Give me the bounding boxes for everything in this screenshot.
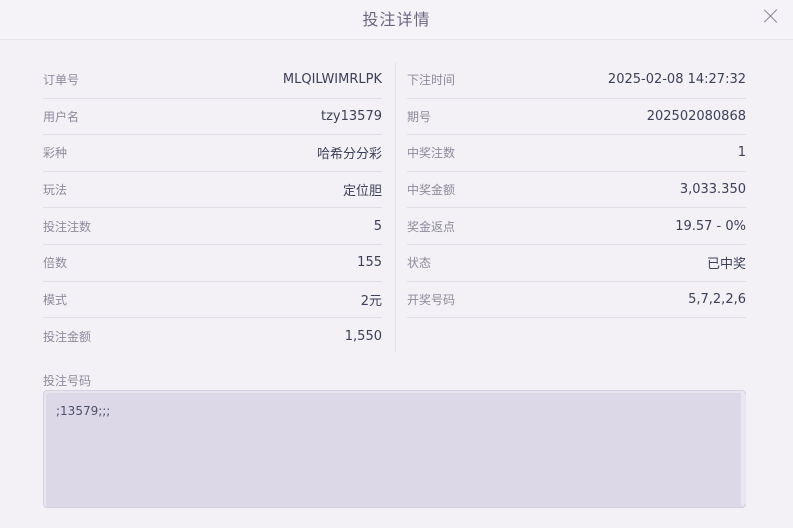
value-play-method: 定位胆 [342,184,382,200]
row-issue-number: 期号 202502080868 [407,99,746,136]
row-win-count: 中奖注数 1 [407,135,746,172]
value-win-count: 1 [737,145,746,161]
value-multiplier: 155 [357,255,382,271]
detail-column-left: 订单号 MLQILWIMRLPK 用户名 tzy13579 彩种 哈希分分彩 玩… [43,62,382,355]
modal-title: 投注详情 [362,10,431,29]
label-bet-count: 投注注数 [43,219,92,234]
modal-header: 投注详情 [0,0,793,40]
row-bet-count: 投注注数 5 [43,208,382,245]
label-lottery-type: 彩种 [43,146,68,161]
status-badge: 已中奖 [706,257,746,273]
value-rebate: 19.57 - 0% [675,218,746,234]
label-rebate: 奖金返点 [407,219,456,234]
label-draw-numbers: 开奖号码 [407,292,456,307]
row-mode: 模式 2元 [43,282,382,319]
row-order-number: 订单号 MLQILWIMRLPK [43,62,382,99]
value-bet-time: 2025-02-08 14:27:32 [607,72,746,88]
label-username: 用户名 [43,109,80,124]
row-username: 用户名 tzy13579 [43,99,382,136]
row-draw-numbers: 开奖号码 5,7,2,2,6 [407,282,746,319]
row-bet-time: 下注时间 2025-02-08 14:27:32 [407,62,746,99]
value-bet-count: 5 [373,218,382,234]
value-bet-amount: 1,550 [344,328,382,344]
value-win-amount: 3,033.350 [679,182,746,198]
bet-numbers-value: ;13579;;; [56,404,111,418]
label-play-method: 玩法 [43,183,68,198]
label-status: 状态 [407,256,432,271]
row-multiplier: 倍数 155 [43,245,382,282]
bet-numbers-label: 投注号码 [43,374,92,388]
label-mode: 模式 [43,292,68,307]
value-draw-numbers: 5,7,2,2,6 [688,291,746,307]
row-rebate: 奖金返点 19.57 - 0% [407,208,746,245]
row-play-method: 玩法 定位胆 [43,172,382,209]
label-win-count: 中奖注数 [407,146,456,161]
label-bet-amount: 投注金额 [43,329,92,344]
label-bet-time: 下注时间 [407,73,456,88]
value-order-number: MLQILWIMRLPK [282,72,382,88]
label-order-number: 订单号 [43,73,80,88]
row-win-amount: 中奖金额 3,033.350 [407,172,746,209]
value-mode: 2元 [360,293,382,309]
row-bet-amount: 投注金额 1,550 [43,318,382,355]
row-lottery-type: 彩种 哈希分分彩 [43,135,382,172]
row-status: 状态 已中奖 [407,245,746,282]
label-win-amount: 中奖金额 [407,183,456,198]
label-issue-number: 期号 [407,109,432,124]
column-divider [395,62,396,352]
bet-detail-modal: 投注详情 订单号 MLQILWIMRLPK 用户名 tzy13579 彩种 哈希… [0,0,793,528]
value-username: tzy13579 [321,108,382,124]
close-icon[interactable] [763,8,779,24]
label-multiplier: 倍数 [43,256,68,271]
bet-numbers-scrollbar[interactable] [741,392,746,506]
detail-column-right: 下注时间 2025-02-08 14:27:32 期号 202502080868… [407,62,746,319]
value-issue-number: 202502080868 [646,108,746,124]
bet-numbers-textarea[interactable]: ;13579;;; [43,390,746,508]
value-lottery-type: 哈希分分彩 [316,147,382,163]
